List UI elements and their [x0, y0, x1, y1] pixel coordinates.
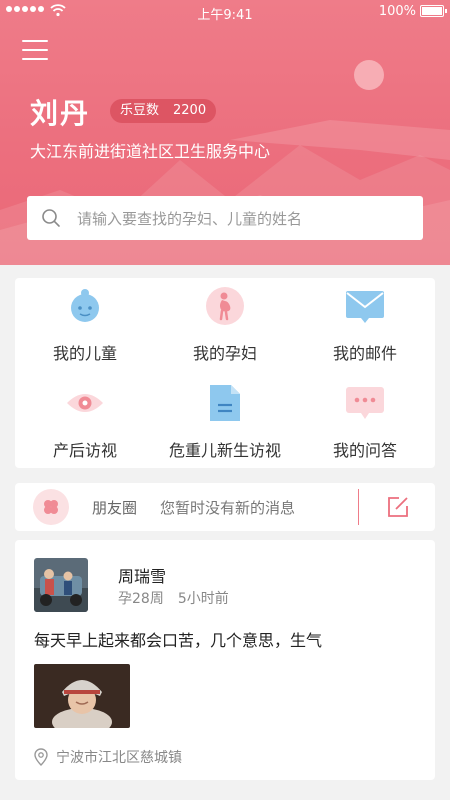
user-name: 刘丹 — [30, 97, 91, 130]
feature-critical-newborn-visit[interactable]: 危重儿新生访视 — [155, 375, 295, 465]
baby-icon — [65, 286, 105, 326]
feature-label: 我的邮件 — [332, 344, 397, 363]
divider — [358, 489, 359, 525]
search-icon — [42, 209, 60, 227]
post-author: 周瑞雪 — [118, 567, 167, 586]
feature-label: 危重儿新生访视 — [168, 441, 281, 460]
points-value: 2200 — [173, 103, 207, 118]
moments-label: 朋友圈 — [92, 499, 138, 517]
points-label: 乐豆数 — [120, 103, 160, 118]
features-grid: 我的儿童 我的孕妇 我的邮件 产后访视 危重儿新生访视 我的问答 — [15, 278, 435, 468]
moments-status: 您暂时没有新的消息 — [160, 499, 296, 517]
pregnancy-week: 孕28周 — [118, 591, 164, 607]
profile-header: 上午9:41 100% 刘丹 乐豆数 2200 大江东前进街道社区卫生服务中心 … — [0, 0, 450, 265]
organization-name: 大江东前进街道社区卫生服务中心 — [30, 142, 271, 161]
post-card[interactable]: 周瑞雪 孕28周 5小时前 每天早上起来都会口苦，几个意思，生气 宁波市江北区慈… — [15, 540, 435, 780]
post-location[interactable]: 宁波市江北区慈城镇 — [34, 747, 182, 767]
moments-bar[interactable]: 朋友圈 您暂时没有新的消息 — [15, 483, 435, 531]
post-content: 每天早上起来都会口苦，几个意思，生气 — [34, 631, 323, 650]
points-badge: 乐豆数 2200 — [110, 99, 217, 123]
clover-icon — [33, 489, 69, 525]
feature-label: 我的问答 — [332, 441, 397, 460]
eye-icon — [65, 383, 105, 423]
feature-postpartum-visit[interactable]: 产后访视 — [15, 375, 155, 465]
feature-label: 产后访视 — [52, 441, 117, 460]
document-icon — [205, 383, 245, 423]
avatar[interactable] — [34, 558, 88, 612]
location-text: 宁波市江北区慈城镇 — [56, 750, 182, 766]
battery-percent: 100% — [378, 4, 416, 19]
feature-my-pregnant[interactable]: 我的孕妇 — [155, 278, 295, 368]
post-time: 5小时前 — [177, 591, 229, 607]
feature-my-children[interactable]: 我的儿童 — [15, 278, 155, 368]
chat-icon — [345, 383, 385, 423]
post-meta: 孕28周 5小时前 — [118, 588, 229, 608]
feature-label: 我的孕妇 — [192, 344, 257, 363]
pregnant-icon — [205, 286, 245, 326]
status-bar: 上午9:41 100% — [0, 0, 450, 24]
feature-my-qa[interactable]: 我的问答 — [295, 375, 435, 465]
menu-button[interactable] — [22, 40, 48, 62]
search-placeholder: 请输入要查找的孕妇、儿童的姓名 — [77, 210, 303, 228]
search-input[interactable]: 请输入要查找的孕妇、儿童的姓名 — [27, 196, 423, 240]
location-pin-icon — [34, 748, 48, 766]
mail-icon — [345, 286, 385, 326]
decorative-sun — [354, 60, 384, 90]
feature-label: 我的儿童 — [52, 344, 117, 363]
post-photo[interactable] — [34, 664, 130, 728]
feature-my-mail[interactable]: 我的邮件 — [295, 278, 435, 368]
compose-icon[interactable] — [386, 495, 410, 519]
battery-icon — [420, 5, 447, 17]
